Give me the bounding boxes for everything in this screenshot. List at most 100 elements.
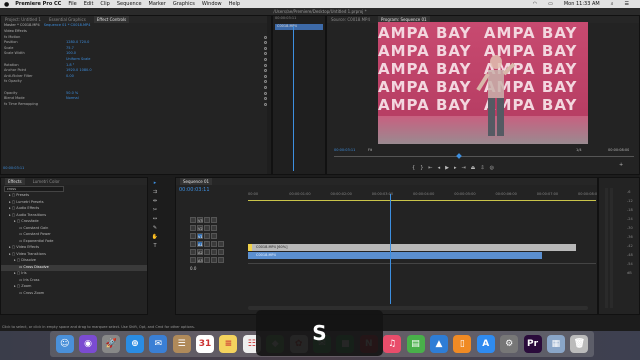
spotlight-icon[interactable]: ⌕: [611, 1, 614, 7]
premiere-icon[interactable]: Pr: [523, 335, 542, 353]
notes-icon[interactable]: ≡: [219, 335, 238, 353]
mute-button[interactable]: [204, 257, 210, 263]
track-target-button[interactable]: V3: [197, 217, 203, 223]
tab-essential-graphics[interactable]: Essential Graphics: [49, 17, 86, 22]
lock-track-icon[interactable]: [190, 233, 196, 239]
lock-track-icon[interactable]: [190, 257, 196, 263]
track-target-button[interactable]: V2: [197, 225, 203, 231]
sync-lock-icon[interactable]: [204, 217, 210, 223]
clip-v1[interactable]: C0018.MP4: [248, 252, 542, 259]
effect-property-row[interactable]: fx Time Remapping: [1, 102, 269, 108]
program-scrubber[interactable]: [334, 156, 634, 157]
battery-icon[interactable]: ▭: [548, 1, 553, 7]
menubar-clock[interactable]: Mon 11:33 AM: [564, 1, 600, 7]
trash-icon[interactable]: 🗑: [570, 335, 589, 353]
type-tool-icon[interactable]: T: [153, 243, 156, 249]
step-back-icon[interactable]: ◂: [438, 165, 441, 171]
clip-v2[interactable]: C0018.MP4 [60%]: [248, 244, 576, 251]
eye-icon[interactable]: [211, 225, 217, 231]
timeline-playhead[interactable]: [389, 194, 391, 304]
timeline-ruler[interactable]: 00:00 00:00:01:00 00:00:02:00 00:00:03:00 00…: [248, 192, 597, 198]
music-icon[interactable]: ♫: [383, 335, 402, 353]
menu-marker[interactable]: Marker: [149, 1, 166, 7]
microphone-icon[interactable]: [218, 249, 224, 255]
export-frame-icon[interactable]: ◎: [490, 165, 494, 171]
program-timecode[interactable]: 00:00:03:11: [334, 148, 355, 154]
tab-lumetri-color[interactable]: Lumetri Color: [33, 179, 60, 184]
timeline-timecode[interactable]: 00:00:03:11: [179, 187, 210, 193]
track-target-button[interactable]: A2: [197, 249, 203, 255]
lock-track-icon[interactable]: [190, 241, 196, 247]
razor-tool-icon[interactable]: ✂: [153, 207, 157, 213]
track-target-button[interactable]: V1: [197, 233, 203, 239]
lock-track-icon[interactable]: [190, 249, 196, 255]
pen-tool-icon[interactable]: ✎: [153, 225, 157, 231]
siri-icon[interactable]: ◉: [79, 335, 98, 353]
menu-window[interactable]: Window: [202, 1, 222, 7]
numbers-icon[interactable]: ▤: [406, 335, 425, 353]
solo-button[interactable]: [211, 241, 217, 247]
track-select-tool-icon[interactable]: ⇉: [153, 189, 157, 195]
sync-lock-icon[interactable]: [204, 233, 210, 239]
resolution-dropdown[interactable]: 1/4: [576, 148, 582, 154]
ec-mini-clip[interactable]: C0018.MP4: [275, 24, 323, 30]
lock-track-icon[interactable]: [190, 225, 196, 231]
menu-help[interactable]: Help: [229, 1, 240, 7]
eye-icon[interactable]: [211, 217, 217, 223]
finder-window-icon[interactable]: ▦: [546, 335, 565, 353]
tab-source[interactable]: Source: C0018.MP4: [331, 17, 370, 22]
hand-tool-icon[interactable]: ✋: [152, 234, 158, 240]
ec-timecode[interactable]: 00:00:03:11: [3, 166, 24, 172]
track-target-button[interactable]: A3: [197, 257, 203, 263]
solo-button[interactable]: [211, 249, 217, 255]
go-to-in-icon[interactable]: ⇤: [428, 165, 432, 171]
menu-file[interactable]: File: [68, 1, 76, 7]
program-video-frame[interactable]: AMPA BAY AMPA BAY AMPA BAY AMPA BAY AMPA…: [378, 22, 588, 144]
eye-icon[interactable]: [211, 233, 217, 239]
tab-sequence-01[interactable]: Sequence 01: [180, 178, 213, 185]
effects-tree-item[interactable]: ▭ Cross Zoom: [1, 291, 147, 298]
ripple-edit-tool-icon[interactable]: ⇹: [153, 198, 157, 204]
button-editor-icon[interactable]: +: [619, 162, 623, 168]
transition-marker[interactable]: [248, 244, 252, 251]
sync-lock-icon[interactable]: [204, 225, 210, 231]
lock-track-icon[interactable]: [190, 217, 196, 223]
microphone-icon[interactable]: [218, 257, 224, 263]
keynote-icon[interactable]: ▲: [429, 335, 448, 353]
mark-in-icon[interactable]: {: [412, 165, 415, 171]
slip-tool-icon[interactable]: ↔: [153, 216, 157, 222]
finder-icon[interactable]: ☺: [55, 335, 74, 353]
play-icon[interactable]: ▶: [445, 165, 449, 171]
appstore-icon[interactable]: A: [476, 335, 495, 353]
tab-effect-controls[interactable]: Effect Controls: [93, 16, 130, 23]
fit-dropdown[interactable]: Fit: [368, 148, 372, 154]
extract-icon[interactable]: ⇩: [480, 165, 484, 171]
microphone-icon[interactable]: [218, 241, 224, 247]
app-menu[interactable]: Premiere Pro CC: [15, 1, 61, 7]
work-area-bar[interactable]: [248, 200, 596, 202]
lift-icon[interactable]: ⏏: [471, 165, 476, 171]
launchpad-icon[interactable]: 🚀: [102, 335, 121, 353]
sequence-clip-label[interactable]: Sequence 01 * C0018.MP4: [44, 23, 91, 29]
system-preferences-icon[interactable]: ⚙: [500, 335, 519, 353]
notification-center-icon[interactable]: ☰: [625, 1, 629, 7]
wifi-icon[interactable]: ◠: [533, 1, 537, 7]
tab-effects[interactable]: Effects: [5, 178, 25, 185]
apple-menu-icon[interactable]: ●: [4, 1, 9, 8]
menu-graphics[interactable]: Graphics: [173, 1, 195, 7]
effects-search-input[interactable]: cross: [4, 186, 64, 192]
menu-sequence[interactable]: Sequence: [117, 1, 142, 7]
menu-edit[interactable]: Edit: [84, 1, 94, 7]
menu-clip[interactable]: Clip: [100, 1, 109, 7]
master-level[interactable]: 0.0: [190, 266, 196, 271]
solo-button[interactable]: [211, 257, 217, 263]
mail-icon[interactable]: ✉: [149, 335, 168, 353]
mute-button[interactable]: [204, 249, 210, 255]
safari-icon[interactable]: ⊕: [125, 335, 144, 353]
mute-button[interactable]: [204, 241, 210, 247]
track-target-button[interactable]: A1: [197, 241, 203, 247]
step-forward-icon[interactable]: ▸: [454, 165, 457, 171]
calendar-icon[interactable]: 31: [196, 335, 215, 353]
selection-tool-icon[interactable]: ▸: [154, 180, 157, 186]
go-to-out-icon[interactable]: ⇥: [461, 165, 465, 171]
